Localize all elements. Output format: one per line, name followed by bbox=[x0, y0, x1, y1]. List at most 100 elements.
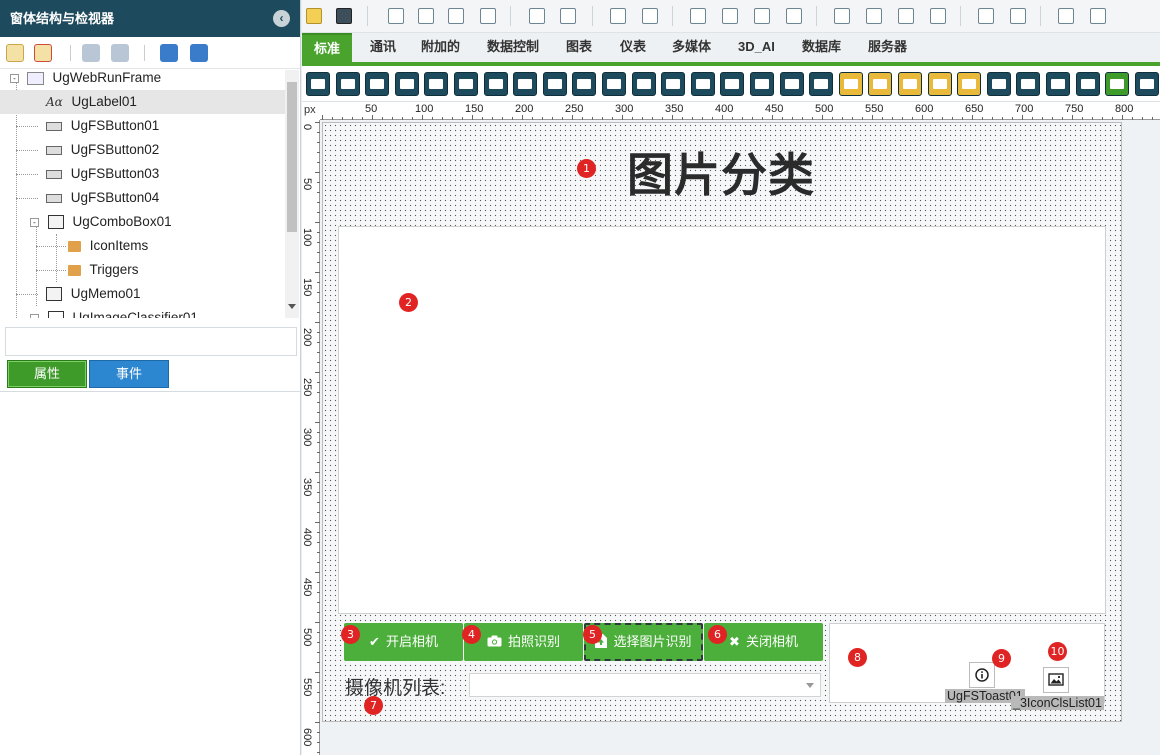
ruler-label: 300 bbox=[615, 103, 634, 115]
date-icon[interactable] bbox=[631, 72, 656, 96]
chevron-down-icon[interactable] bbox=[806, 683, 814, 688]
increase-spacing-icon[interactable] bbox=[898, 8, 914, 24]
tree-scrollbar-thumb[interactable] bbox=[287, 82, 297, 232]
tab-10[interactable]: 服务器 bbox=[856, 33, 919, 63]
open-file-icon[interactable] bbox=[306, 8, 322, 24]
picture-icon[interactable] bbox=[1134, 72, 1159, 96]
align-left-icon[interactable] bbox=[388, 8, 404, 24]
toggle-icon[interactable] bbox=[572, 72, 597, 96]
frame-icon[interactable] bbox=[986, 72, 1011, 96]
delete-node-icon[interactable] bbox=[34, 44, 52, 62]
align-bottom-icon[interactable] bbox=[480, 8, 496, 24]
tabs-icon[interactable] bbox=[720, 72, 745, 96]
center-vertical-icon[interactable] bbox=[560, 8, 576, 24]
tree-node-memo01[interactable]: UgMemo01 bbox=[46, 282, 141, 306]
image-display-memo[interactable] bbox=[338, 226, 1106, 614]
same-height-icon[interactable] bbox=[642, 8, 658, 24]
shape-icon[interactable] bbox=[809, 72, 834, 96]
tab-2[interactable]: 通讯 bbox=[358, 33, 408, 63]
open-camera-button[interactable]: ✔ 开启相机 bbox=[344, 623, 463, 661]
align-page-bottom-icon[interactable] bbox=[1090, 8, 1106, 24]
space-vertical-equal-icon[interactable] bbox=[866, 8, 882, 24]
card-icon[interactable] bbox=[957, 72, 982, 96]
center-horizontal-icon[interactable] bbox=[529, 8, 545, 24]
tree-node-button04[interactable]: UgFSButton04 bbox=[46, 186, 159, 210]
tree-node-combobox01[interactable]: - UgComboBox01 bbox=[30, 210, 172, 234]
tree-node-button03[interactable]: UgFSButton03 bbox=[46, 162, 159, 186]
tree-node-button02[interactable]: UgFSButton02 bbox=[46, 138, 159, 162]
radio-icon[interactable] bbox=[394, 72, 419, 96]
distribute-center-icon[interactable] bbox=[786, 8, 802, 24]
image-list-icon[interactable] bbox=[1043, 667, 1069, 693]
chevron-left-icon[interactable]: ‹ bbox=[273, 10, 290, 27]
tab-7[interactable]: 多媒体 bbox=[660, 33, 723, 63]
card-icon[interactable] bbox=[868, 72, 893, 96]
align-top-icon[interactable] bbox=[448, 8, 464, 24]
tab-3[interactable]: 附加的 bbox=[409, 33, 472, 63]
move-left-icon[interactable] bbox=[160, 44, 178, 62]
notes-icon[interactable] bbox=[1046, 72, 1070, 96]
video-icon[interactable] bbox=[1075, 72, 1100, 96]
move-up-icon[interactable] bbox=[82, 44, 100, 62]
same-width-icon[interactable] bbox=[610, 8, 626, 24]
inspector-search-input[interactable] bbox=[5, 327, 297, 356]
card-icon[interactable] bbox=[898, 72, 922, 96]
checkbox-icon[interactable] bbox=[424, 72, 449, 96]
space-horizontal-icon[interactable] bbox=[690, 8, 706, 24]
add-node-icon[interactable] bbox=[6, 44, 24, 62]
tab-5[interactable]: 图表 bbox=[554, 33, 604, 63]
align-page-top-icon[interactable] bbox=[1058, 8, 1074, 24]
listbox-icon[interactable] bbox=[454, 72, 478, 96]
save-icon[interactable] bbox=[336, 8, 352, 24]
form-title-label[interactable]: 图片分类 bbox=[627, 139, 815, 205]
card-icon[interactable] bbox=[927, 72, 952, 96]
label-icon[interactable] bbox=[513, 72, 538, 96]
capture-recognize-button[interactable]: 拍照识别 bbox=[464, 623, 583, 661]
tab-1[interactable]: 标准 bbox=[302, 33, 353, 63]
form-icon[interactable] bbox=[306, 72, 330, 96]
move-down-icon[interactable] bbox=[111, 44, 129, 62]
card-icon[interactable] bbox=[838, 72, 863, 96]
camera-list-combobox[interactable] bbox=[469, 673, 821, 697]
number-icon[interactable] bbox=[602, 72, 626, 96]
panel-icon[interactable] bbox=[365, 72, 390, 96]
space-equal-icon[interactable] bbox=[722, 8, 738, 24]
tab-properties[interactable]: 属性 bbox=[7, 360, 87, 388]
ruler-minor-tick bbox=[892, 117, 893, 120]
button-label: 关闭相机 bbox=[745, 634, 798, 649]
tab-6[interactable]: 仪表 bbox=[608, 33, 658, 63]
grid-icon[interactable] bbox=[483, 72, 508, 96]
send-back-icon[interactable] bbox=[1010, 8, 1026, 24]
tree-node-iconitems[interactable]: IconItems bbox=[68, 234, 148, 258]
tab-8[interactable]: 3D_AI bbox=[726, 33, 787, 63]
memo-icon[interactable] bbox=[690, 72, 715, 96]
image-icon[interactable] bbox=[779, 72, 804, 96]
align-right-icon[interactable] bbox=[418, 8, 434, 24]
info-icon[interactable] bbox=[969, 662, 995, 688]
gallery-icon[interactable] bbox=[1105, 72, 1130, 96]
move-right-icon[interactable] bbox=[190, 44, 208, 62]
tree-scrollbar[interactable] bbox=[285, 70, 299, 318]
button-icon[interactable] bbox=[335, 72, 360, 96]
distribute-icon[interactable] bbox=[754, 8, 770, 24]
list-icon[interactable] bbox=[661, 72, 686, 96]
tab-4[interactable]: 数据控制 bbox=[475, 33, 551, 63]
select-image-recognize-button[interactable]: 选择图片识别 bbox=[584, 623, 703, 661]
design-form[interactable]: 图片分类 ✔ 开启相机 拍照识别 选择图片识别 ✖ 关闭相机 摄像机列表: Ug… bbox=[322, 122, 1122, 722]
bring-front-icon[interactable] bbox=[978, 8, 994, 24]
tree-node-triggers[interactable]: Triggers bbox=[68, 258, 139, 282]
tree-node-button01[interactable]: UgFSButton01 bbox=[46, 114, 159, 138]
tab-9[interactable]: 数据库 bbox=[790, 33, 853, 63]
tree-node-imageclassifier01[interactable]: - UgImageClassifier01 bbox=[30, 306, 198, 318]
ruler-minor-tick bbox=[317, 252, 320, 253]
title-area[interactable]: 图片分类 bbox=[323, 123, 1123, 213]
page-icon[interactable] bbox=[750, 72, 774, 96]
tree-node-frame[interactable]: - UgWebRunFrame bbox=[10, 66, 285, 90]
blank-icon[interactable] bbox=[1016, 72, 1041, 96]
scroll-down-icon[interactable] bbox=[288, 304, 296, 309]
tab-events[interactable]: 事件 bbox=[89, 360, 169, 388]
space-vertical-icon[interactable] bbox=[834, 8, 850, 24]
decrease-spacing-icon[interactable] bbox=[930, 8, 946, 24]
tree-node-label01[interactable]: Aα UgLabel01 bbox=[0, 90, 285, 114]
edit-icon[interactable] bbox=[542, 72, 567, 96]
